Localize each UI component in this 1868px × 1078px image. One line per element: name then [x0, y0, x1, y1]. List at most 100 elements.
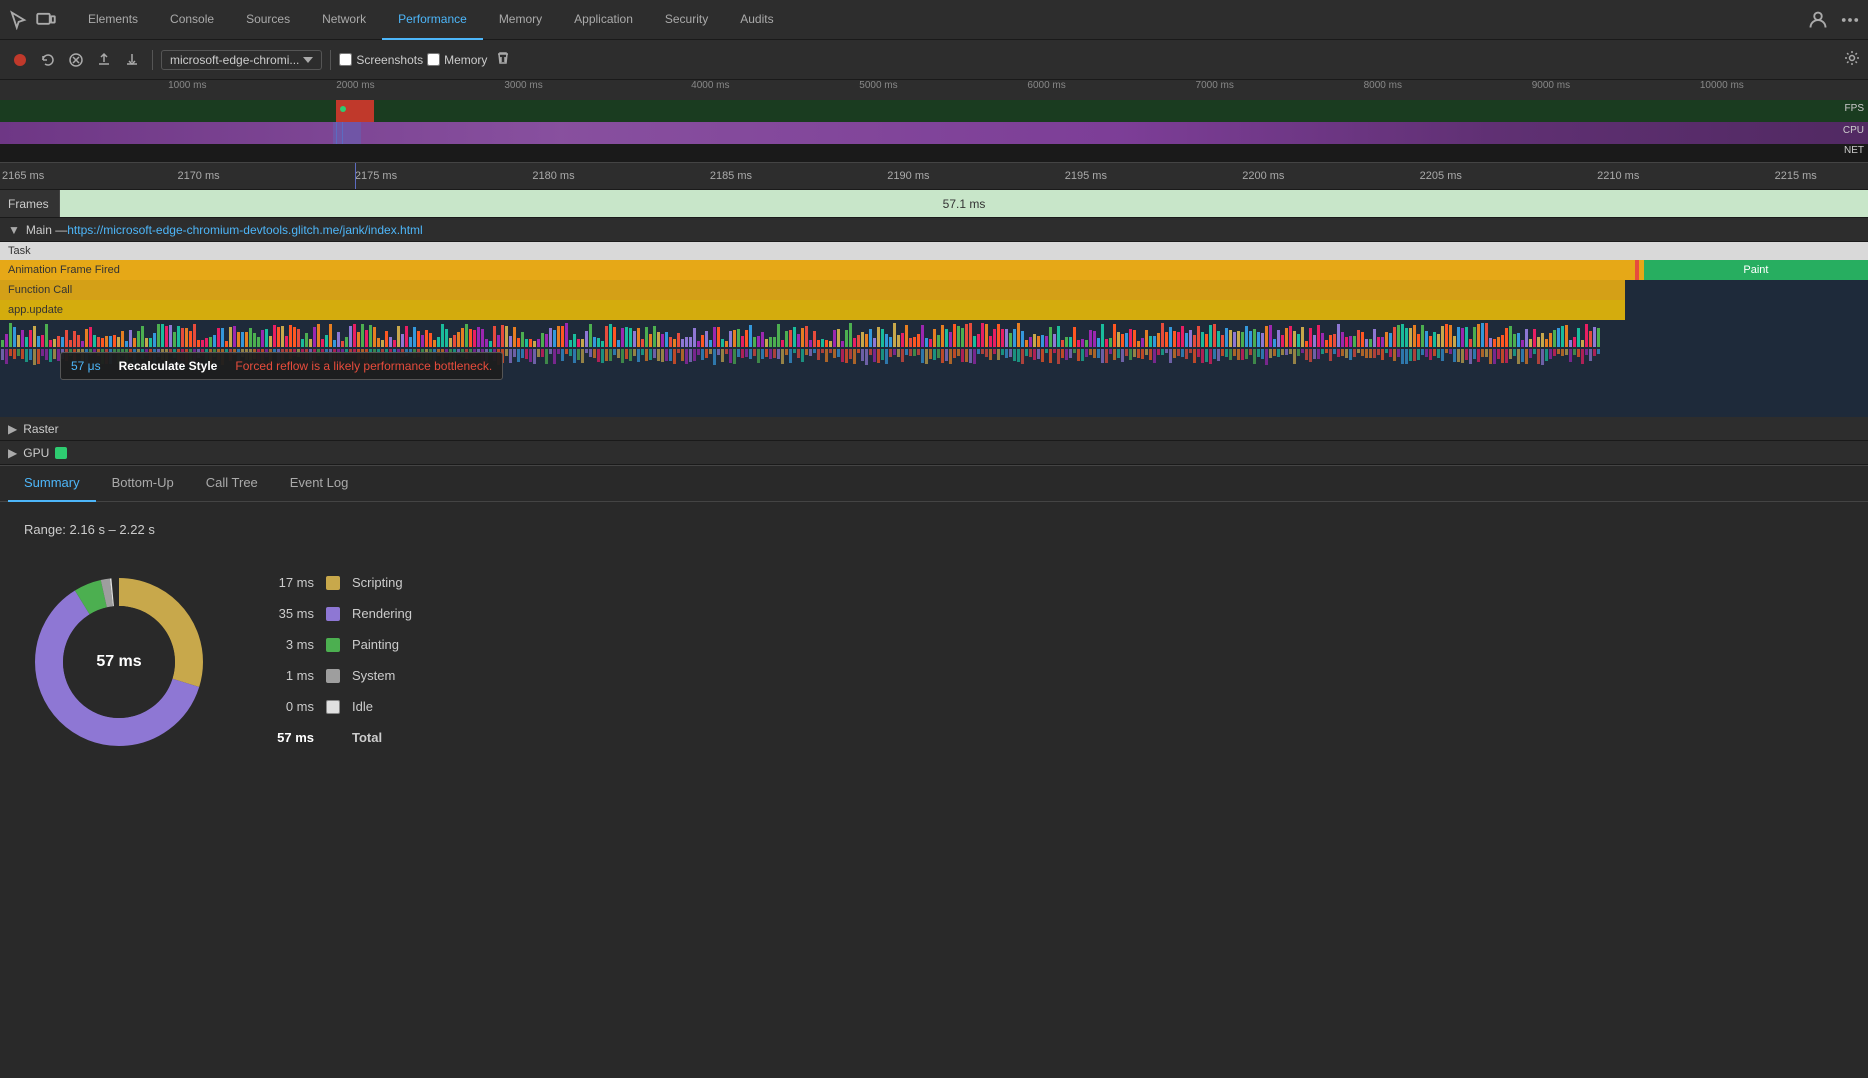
- upload-button[interactable]: [92, 48, 116, 72]
- fps-bar[interactable]: FPS: [0, 100, 1868, 122]
- raster-arrow: ▶: [8, 422, 17, 436]
- tab-performance[interactable]: Performance: [382, 0, 483, 40]
- painting-color: [326, 638, 340, 652]
- detail-tick-2175: 2175 ms: [355, 170, 397, 182]
- detail-tick-2205: 2205 ms: [1420, 170, 1462, 182]
- tick-8000: 8000 ms: [1364, 80, 1402, 91]
- tab-audits[interactable]: Audits: [724, 0, 789, 40]
- bottom-tabs: Summary Bottom-Up Call Tree Event Log: [0, 466, 1868, 502]
- task-bar: Task: [0, 242, 1868, 260]
- overview-ruler: 1000 ms 2000 ms 3000 ms 4000 ms 5000 ms …: [0, 80, 1868, 100]
- reload-button[interactable]: [36, 48, 60, 72]
- detail-tick-2165: 2165 ms: [2, 170, 44, 182]
- tick-1000: 1000 ms: [168, 80, 206, 91]
- tab-bottom-up[interactable]: Bottom-Up: [96, 466, 190, 502]
- summary-chart-area: 57 ms 17 ms Scripting 35 ms Rendering 3 …: [24, 567, 1844, 757]
- raster-label: Raster: [23, 422, 58, 436]
- detail-tick-2170: 2170 ms: [177, 170, 219, 182]
- overview-area: 1000 ms 2000 ms 3000 ms 4000 ms 5000 ms …: [0, 80, 1868, 162]
- idle-label: Idle: [352, 699, 373, 714]
- tab-event-log[interactable]: Event Log: [274, 466, 365, 502]
- device-icon[interactable]: [36, 10, 56, 30]
- tab-memory[interactable]: Memory: [483, 0, 558, 40]
- tick-2000: 2000 ms: [336, 80, 374, 91]
- detail-tick-2210: 2210 ms: [1597, 170, 1639, 182]
- bottom-panel: Summary Bottom-Up Call Tree Event Log Ra…: [0, 465, 1868, 895]
- detail-tick-2200: 2200 ms: [1242, 170, 1284, 182]
- tick-9000: 9000 ms: [1532, 80, 1570, 91]
- system-value: 1 ms: [274, 668, 314, 683]
- tab-network[interactable]: Network: [306, 0, 382, 40]
- tab-elements[interactable]: Elements: [72, 0, 154, 40]
- tab-sources[interactable]: Sources: [230, 0, 306, 40]
- detail-ruler: 2165 ms 2170 ms 2175 ms 2180 ms 2185 ms …: [0, 162, 1868, 190]
- user-icon[interactable]: [1808, 10, 1828, 30]
- function-call-bar: Function Call: [0, 280, 1625, 300]
- paint-bar: Paint: [1644, 260, 1868, 280]
- memory-checkbox[interactable]: Memory: [427, 53, 487, 67]
- top-nav: Elements Console Sources Network Perform…: [0, 0, 1868, 40]
- net-label: NET: [1844, 145, 1864, 156]
- legend-system: 1 ms System: [274, 668, 412, 683]
- net-bar[interactable]: NET: [0, 144, 1868, 162]
- rendering-value: 35 ms: [274, 606, 314, 621]
- detail-tick-2195: 2195 ms: [1065, 170, 1107, 182]
- ruler-ticks: 1000 ms 2000 ms 3000 ms 4000 ms 5000 ms …: [0, 80, 1868, 100]
- cpu-bar[interactable]: CPU: [0, 122, 1868, 144]
- record-button[interactable]: [8, 48, 32, 72]
- legend-rendering: 35 ms Rendering: [274, 606, 412, 621]
- system-label: System: [352, 668, 395, 683]
- frames-content: 57.1 ms: [60, 190, 1868, 217]
- tick-7000: 7000 ms: [1196, 80, 1234, 91]
- main-thread-url: https://microsoft-edge-chromium-devtools…: [67, 223, 422, 237]
- rendering-label: Rendering: [352, 606, 412, 621]
- legend-painting: 3 ms Painting: [274, 637, 412, 652]
- settings-button[interactable]: [1844, 50, 1860, 69]
- scripting-color: [326, 576, 340, 590]
- tooltip-time: 57 μs: [71, 359, 101, 373]
- gpu-row[interactable]: ▶ GPU: [0, 441, 1868, 465]
- gpu-indicator: [55, 447, 67, 459]
- gpu-arrow: ▶: [8, 446, 17, 460]
- tab-summary[interactable]: Summary: [8, 466, 96, 502]
- legend-scripting: 17 ms Scripting: [274, 575, 412, 590]
- tick-10000: 10000 ms: [1700, 80, 1744, 91]
- detail-tick-2185: 2185 ms: [710, 170, 752, 182]
- flame-area[interactable]: Task Animation Frame Fired Paint Functio…: [0, 242, 1868, 417]
- total-label: Total: [352, 730, 382, 745]
- system-color: [326, 669, 340, 683]
- tooltip-func: Recalculate Style: [119, 359, 218, 373]
- download-button[interactable]: [120, 48, 144, 72]
- toolbar: microsoft-edge-chromi... Screenshots Mem…: [0, 40, 1868, 80]
- screenshots-checkbox[interactable]: Screenshots: [339, 53, 423, 67]
- profile-selector[interactable]: microsoft-edge-chromi...: [161, 50, 322, 70]
- frames-row: Frames 57.1 ms: [0, 190, 1868, 218]
- clear-button[interactable]: [495, 50, 511, 69]
- toolbar-sep-2: [330, 50, 331, 70]
- summary-content: Range: 2.16 s – 2.22 s: [0, 502, 1868, 777]
- total-spacer: [326, 731, 340, 745]
- idle-color: [326, 700, 340, 714]
- tab-application[interactable]: Application: [558, 0, 649, 40]
- main-prefix: Main —: [26, 223, 67, 237]
- more-icon[interactable]: [1840, 10, 1860, 30]
- cursor-icon[interactable]: [8, 10, 28, 30]
- tooltip-warning: Forced reflow is a likely performance bo…: [235, 359, 492, 373]
- raster-row[interactable]: ▶ Raster: [0, 417, 1868, 441]
- donut-chart: 57 ms: [24, 567, 214, 757]
- tab-call-tree[interactable]: Call Tree: [190, 466, 274, 502]
- tick-6000: 6000 ms: [1027, 80, 1065, 91]
- detail-tick-2180: 2180 ms: [532, 170, 574, 182]
- stop-button[interactable]: [64, 48, 88, 72]
- summary-legend: 17 ms Scripting 35 ms Rendering 3 ms Pai…: [274, 575, 412, 745]
- tab-console[interactable]: Console: [154, 0, 230, 40]
- rendering-color: [326, 607, 340, 621]
- tab-security[interactable]: Security: [649, 0, 724, 40]
- main-thread-header[interactable]: ▼ Main — https://microsoft-edge-chromium…: [0, 218, 1868, 242]
- nav-right: [1808, 10, 1860, 30]
- toolbar-sep-1: [152, 50, 153, 70]
- cpu-label: CPU: [1843, 125, 1864, 136]
- tick-5000: 5000 ms: [859, 80, 897, 91]
- range-text: Range: 2.16 s – 2.22 s: [24, 522, 1844, 537]
- total-value: 57 ms: [274, 730, 314, 745]
